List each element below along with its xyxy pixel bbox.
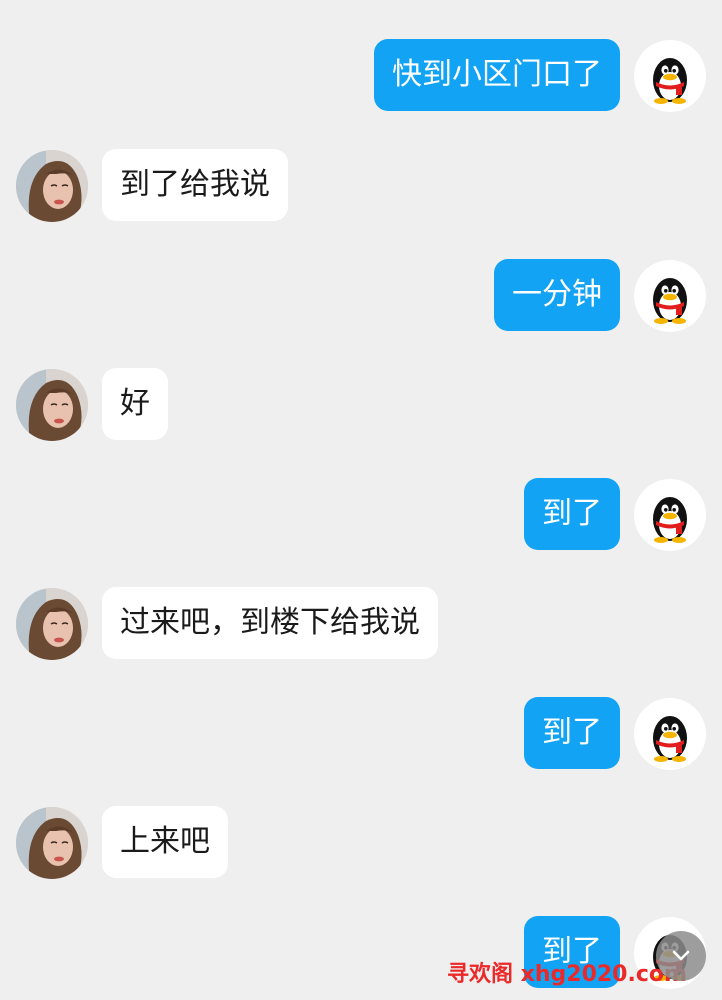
contact-avatar[interactable]: [16, 588, 88, 660]
contact-avatar[interactable]: [16, 369, 88, 441]
message-bubble-outgoing[interactable]: 一分钟: [494, 259, 620, 331]
chat-window: 快到小区门口了 到了给我说 一分钟 好 到了 过来吧，到楼下给我说 到了 上来吧…: [0, 0, 722, 1000]
message-row-outgoing: 到了: [0, 694, 722, 774]
message-row-incoming: 到了给我说: [0, 146, 722, 226]
message-row-outgoing: 一分钟: [0, 256, 722, 336]
message-row-incoming: 上来吧: [0, 803, 722, 883]
message-bubble-outgoing[interactable]: 到了: [524, 478, 620, 550]
contact-avatar[interactable]: [16, 150, 88, 222]
message-bubble-outgoing[interactable]: 快到小区门口了: [374, 39, 620, 111]
site-watermark: 寻欢阁 xhg2020.com: [447, 962, 687, 987]
message-bubble-incoming[interactable]: 到了给我说: [102, 149, 288, 221]
message-bubble-outgoing[interactable]: 到了: [524, 697, 620, 769]
contact-avatar[interactable]: [16, 807, 88, 879]
message-bubble-incoming[interactable]: 上来吧: [102, 806, 228, 878]
qq-penguin-icon[interactable]: [634, 260, 706, 332]
message-bubble-incoming[interactable]: 过来吧，到楼下给我说: [102, 587, 438, 659]
message-row-incoming: 好: [0, 365, 722, 445]
message-row-outgoing: 到了: [0, 475, 722, 555]
scroll-to-bottom-button[interactable]: [656, 931, 706, 981]
qq-penguin-icon[interactable]: [634, 40, 706, 112]
qq-penguin-icon[interactable]: [634, 698, 706, 770]
message-bubble-incoming[interactable]: 好: [102, 368, 168, 440]
chevron-down-icon: [672, 950, 690, 961]
message-row-incoming: 过来吧，到楼下给我说: [0, 584, 722, 664]
qq-penguin-icon[interactable]: [634, 479, 706, 551]
message-row-outgoing: 快到小区门口了: [0, 36, 722, 116]
